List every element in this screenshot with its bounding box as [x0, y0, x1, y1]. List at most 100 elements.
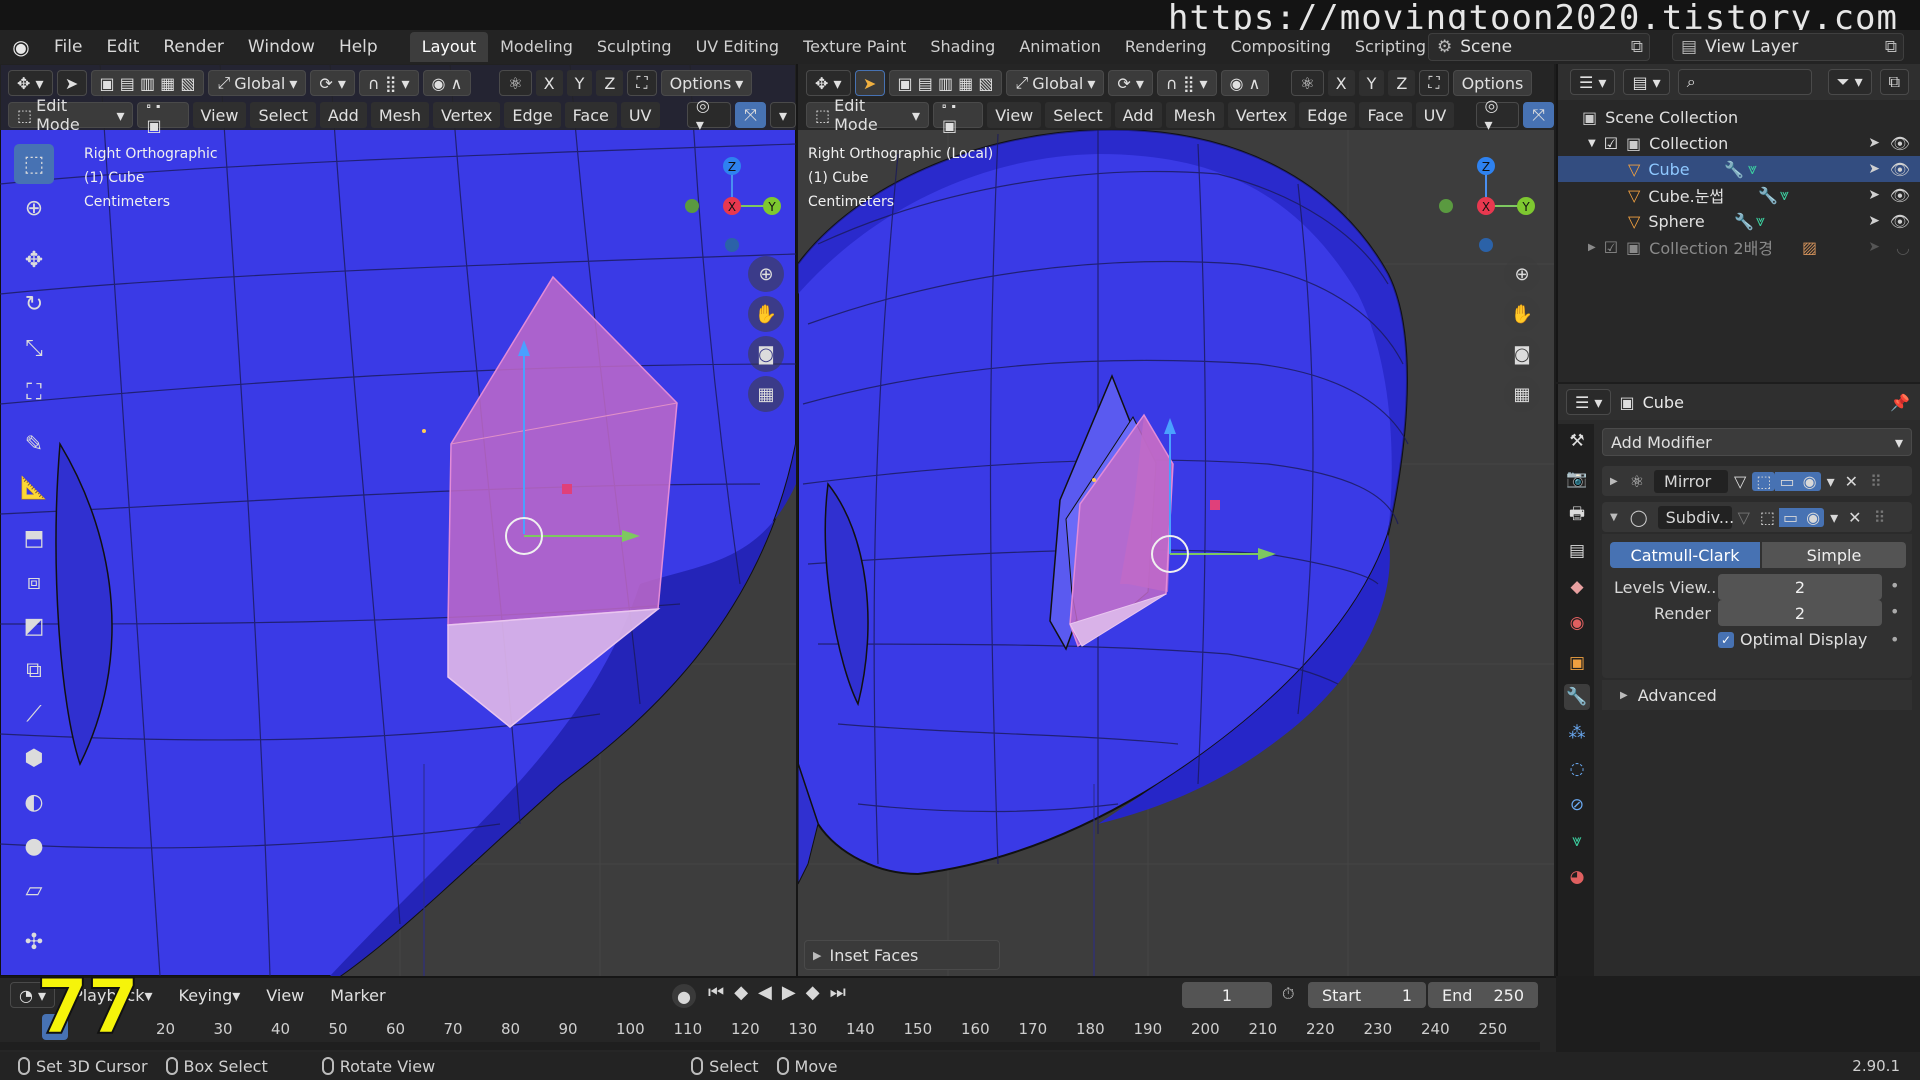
- transform-orientation-dropdown[interactable]: ⤢ Global ▾: [208, 70, 307, 96]
- checkbox-icon[interactable]: ☑: [1604, 238, 1618, 257]
- menu-mesh[interactable]: Mesh: [1165, 102, 1224, 128]
- select-tool-icon[interactable]: ➤: [854, 70, 885, 96]
- eye-closed-icon[interactable]: ◡: [1896, 238, 1910, 257]
- gizmo-toggle-icon[interactable]: ⤧: [735, 102, 766, 128]
- close-icon[interactable]: ✕: [1845, 472, 1858, 491]
- snap-toggle[interactable]: ∩ ⣿ ▾: [358, 70, 419, 96]
- menu-uv[interactable]: UV: [620, 102, 660, 128]
- visibility-icon[interactable]: ◎ ▾: [1475, 96, 1520, 134]
- jump-end-icon[interactable]: ⏭: [830, 982, 846, 1003]
- edit-mode-icon[interactable]: ⬚: [1756, 508, 1779, 527]
- bevel-tool-icon[interactable]: ◩: [14, 606, 54, 646]
- viewport-display-icon[interactable]: ▭: [1779, 507, 1803, 527]
- extrude-tool-icon[interactable]: ⬒: [14, 518, 54, 558]
- mirror-y[interactable]: Y: [566, 70, 593, 96]
- mirror-z[interactable]: Z: [1388, 70, 1416, 96]
- menu-file[interactable]: File: [42, 37, 94, 57]
- ortho-grid-icon[interactable]: ▦: [1504, 376, 1540, 412]
- tab-layout[interactable]: Layout: [409, 32, 489, 62]
- rotate-tool-icon[interactable]: ↻: [14, 284, 54, 324]
- menu-view[interactable]: View: [987, 102, 1042, 128]
- menu-view[interactable]: View: [258, 982, 312, 1008]
- menu-add[interactable]: Add: [1114, 102, 1162, 128]
- mirror-x[interactable]: X: [535, 70, 563, 96]
- tab-rendering[interactable]: Rendering: [1113, 32, 1219, 62]
- viewport-left[interactable]: ✥ ▾ ➤ ▣ ▤ ▥ ▦ ▧ ⤢ Global ▾ ⟳ ▾ ∩ ⣿ ▾ ◉ ∧ …: [0, 64, 796, 976]
- outliner-row-collection[interactable]: ▼ ☑ ▣ Collection ➤ 👁: [1558, 130, 1920, 156]
- menu-window[interactable]: Window: [236, 37, 327, 57]
- auto-merge-icon[interactable]: ⛶: [1419, 70, 1449, 96]
- material-tab-icon[interactable]: ◕: [1564, 864, 1590, 890]
- pin-icon[interactable]: 📌: [1890, 393, 1910, 412]
- mirror-y[interactable]: Y: [1358, 70, 1385, 96]
- expand-arrow-icon[interactable]: ▶: [1610, 476, 1618, 487]
- menu-select[interactable]: Select: [1045, 102, 1111, 128]
- outliner-row-scene-collection[interactable]: ▣ Scene Collection: [1558, 104, 1920, 130]
- new-scene-icon[interactable]: ⧉: [1631, 37, 1643, 57]
- outliner-row-collection-2[interactable]: ▶ ☑ ▣ Collection 2배경 ▨ ➤ ◡: [1558, 234, 1920, 260]
- tab-uv-editing[interactable]: UV Editing: [684, 32, 791, 62]
- modifier-subdivision[interactable]: ▼ ◯ Subdiv... ▽ ⬚ ▭ ◉ ▾ ✕ ⠿: [1602, 502, 1912, 532]
- last-operator-panel[interactable]: ▶ Inset Faces: [804, 940, 1000, 970]
- stopwatch-icon[interactable]: ⏱: [1282, 984, 1294, 1004]
- new-collection-icon[interactable]: ⧉: [1879, 69, 1910, 95]
- pivot-dropdown[interactable]: ⟳ ▾: [1108, 70, 1153, 96]
- keyframe-dot-icon[interactable]: •: [1890, 602, 1899, 621]
- modifier-name-field[interactable]: Subdiv...: [1657, 505, 1734, 529]
- eye-icon[interactable]: 👁: [1890, 212, 1910, 231]
- gizmo-toggle-icon[interactable]: ⤧: [1523, 102, 1554, 128]
- blender-logo-icon[interactable]: ◉: [0, 35, 42, 59]
- render-levels-field[interactable]: 2: [1718, 600, 1882, 626]
- object-tab-icon[interactable]: ▣: [1564, 650, 1590, 676]
- advanced-subpanel[interactable]: ▶ Advanced: [1602, 680, 1912, 710]
- proportional-edit-toggle[interactable]: ◉ ∧: [422, 70, 472, 96]
- menu-face[interactable]: Face: [1359, 102, 1412, 128]
- close-icon[interactable]: ✕: [1848, 508, 1861, 527]
- pan-hand-icon[interactable]: ✋: [748, 296, 784, 332]
- pivot-dropdown[interactable]: ⟳ ▾: [310, 70, 355, 96]
- outliner-row-sphere[interactable]: ▽ Sphere 🔧 ⩔ ➤ 👁: [1558, 208, 1920, 234]
- editor-type-icon[interactable]: ✥ ▾: [806, 70, 851, 96]
- catmull-clark-button[interactable]: Catmull-Clark: [1610, 542, 1760, 568]
- add-modifier-dropdown[interactable]: Add Modifier ▾: [1602, 428, 1912, 456]
- eye-icon[interactable]: 👁: [1890, 186, 1910, 205]
- transform-orientation-dropdown[interactable]: ⤢ Global ▾: [1006, 70, 1105, 96]
- inset-tool-icon[interactable]: ⧈: [14, 562, 54, 602]
- selectable-icon[interactable]: ➤: [1868, 135, 1880, 151]
- modifier-mirror[interactable]: ▶ ⚛ Mirror ▽ ⬚ ▭ ◉ ▾ ✕ ⠿: [1602, 466, 1912, 496]
- timeline-scrollbar[interactable]: [0, 1042, 1540, 1050]
- mode-dropdown[interactable]: ⬚ Edit Mode ▾: [806, 96, 930, 134]
- camera-icon[interactable]: ◙: [748, 336, 784, 372]
- select-mode-icons[interactable]: ▣ ▤ ▥ ▦ ▧: [888, 70, 1003, 96]
- modifier-wrench-icon[interactable]: 🔧: [1758, 186, 1778, 205]
- visibility-icon[interactable]: ◎ ▾: [686, 96, 732, 134]
- select-mode-icons[interactable]: ▣ ▤ ▥ ▦ ▧: [90, 70, 205, 96]
- end-frame-field[interactable]: End 250: [1428, 982, 1538, 1008]
- scene-selector[interactable]: ⚙ Scene ⧉: [1428, 33, 1650, 61]
- transform-tool-icon[interactable]: ⛶: [14, 372, 54, 412]
- new-view-layer-icon[interactable]: ⧉: [1885, 37, 1897, 57]
- ortho-grid-icon[interactable]: ▦: [748, 376, 784, 412]
- constraints-tab-icon[interactable]: ⊘: [1564, 792, 1590, 818]
- edit-mode-icon[interactable]: ⬚: [1752, 471, 1776, 491]
- levels-view-field[interactable]: 2: [1718, 574, 1882, 600]
- scene-tab-icon[interactable]: ◆: [1564, 574, 1590, 600]
- world-tab-icon[interactable]: ◉: [1564, 610, 1590, 636]
- display-mode-icon[interactable]: ▤ ▾: [1623, 69, 1670, 95]
- selectable-icon[interactable]: ➤: [1868, 187, 1880, 203]
- tab-texture-paint[interactable]: Texture Paint: [791, 32, 918, 62]
- outliner-row-cube[interactable]: ▽ Cube 🔧 ⩔ ➤ 👁: [1558, 156, 1920, 182]
- edit-cage-icon[interactable]: ▽: [1738, 508, 1750, 527]
- cursor-tool-icon[interactable]: ⊕: [14, 188, 54, 228]
- menu-face[interactable]: Face: [564, 102, 617, 128]
- chevron-down-icon[interactable]: ▾: [1830, 508, 1838, 527]
- gizmo-dropdown-icon[interactable]: ▾: [769, 102, 796, 128]
- checkbox-icon[interactable]: ☑: [1604, 134, 1618, 153]
- modifier-wrench-icon[interactable]: 🔧: [1734, 212, 1754, 231]
- optimal-display-checkbox[interactable]: ✓: [1718, 632, 1734, 648]
- drag-handle-icon[interactable]: ⠿: [1870, 472, 1882, 491]
- mesh-select-mode[interactable]: ⬞ ⬝ ▣: [933, 96, 984, 135]
- menu-keying[interactable]: Keying ▾: [171, 982, 249, 1008]
- measure-tool-icon[interactable]: 📐: [14, 468, 54, 508]
- edit-cage-icon[interactable]: ▽: [1734, 472, 1746, 491]
